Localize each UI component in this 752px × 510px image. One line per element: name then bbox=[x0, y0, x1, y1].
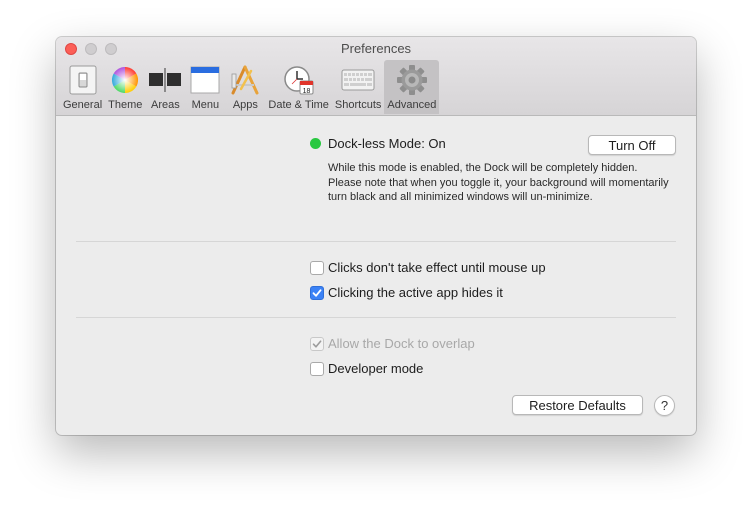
status-text: Dock-less Mode: On bbox=[328, 136, 446, 151]
titlebar: Preferences General Theme Areas Menu App… bbox=[56, 37, 696, 116]
checkbox[interactable] bbox=[310, 361, 324, 376]
gear-icon bbox=[395, 64, 429, 96]
toolbar: General Theme Areas Menu Apps 18 Date & … bbox=[60, 60, 440, 114]
menu-bar-icon bbox=[188, 64, 222, 96]
advanced-pane: Dock-less Mode: On Turn Off While this m… bbox=[56, 116, 696, 435]
preferences-window: Preferences General Theme Areas Menu App… bbox=[56, 37, 696, 435]
clock-calendar-icon: 18 bbox=[282, 64, 316, 96]
checkbox bbox=[310, 336, 324, 351]
tab-apps[interactable]: Apps bbox=[225, 60, 265, 114]
color-wheel-icon bbox=[108, 64, 142, 96]
apps-icon bbox=[228, 64, 262, 96]
tab-label: Menu bbox=[191, 99, 220, 111]
status-indicator bbox=[310, 138, 321, 149]
dockless-status: Dock-less Mode: On bbox=[310, 136, 446, 151]
tab-label: Areas bbox=[151, 99, 180, 111]
checkmark-icon bbox=[312, 339, 322, 348]
calendar-day: 18 bbox=[302, 88, 310, 95]
option-active-app-hides[interactable]: Clicking the active app hides it bbox=[310, 285, 503, 300]
option-allow-overlap: Allow the Dock to overlap bbox=[310, 336, 475, 351]
turn-off-button[interactable]: Turn Off bbox=[588, 135, 676, 155]
dockless-description: While this mode is enabled, the Dock wil… bbox=[328, 162, 669, 203]
checkmark-icon bbox=[312, 288, 322, 297]
tab-label: Shortcuts bbox=[334, 99, 382, 111]
tab-label: Theme bbox=[108, 99, 143, 111]
divider bbox=[76, 317, 676, 318]
tab-areas[interactable]: Areas bbox=[145, 60, 185, 114]
tab-theme[interactable]: Theme bbox=[105, 60, 145, 114]
tab-label: General bbox=[63, 99, 103, 111]
option-label: Clicks don't take effect until mouse up bbox=[328, 260, 546, 275]
tab-date-time[interactable]: 18 Date & Time bbox=[265, 60, 332, 114]
checkbox[interactable] bbox=[310, 285, 324, 300]
switch-icon bbox=[66, 64, 100, 96]
window-title: Preferences bbox=[340, 41, 412, 56]
restore-defaults-button[interactable]: Restore Defaults bbox=[512, 395, 643, 415]
tab-label: Date & Time bbox=[268, 99, 329, 111]
tab-shortcuts[interactable]: Shortcuts bbox=[332, 60, 384, 114]
areas-icon bbox=[148, 64, 182, 96]
keyboard-icon bbox=[341, 64, 375, 96]
help-button[interactable]: ? bbox=[654, 395, 675, 416]
divider bbox=[76, 241, 676, 242]
tab-label: Apps bbox=[232, 99, 258, 111]
option-label: Developer mode bbox=[328, 361, 424, 376]
option-developer-mode[interactable]: Developer mode bbox=[310, 361, 423, 376]
tab-general[interactable]: General bbox=[60, 60, 105, 114]
tab-menu[interactable]: Menu bbox=[185, 60, 225, 114]
option-mouse-up[interactable]: Clicks don't take effect until mouse up bbox=[310, 260, 546, 275]
option-label: Allow the Dock to overlap bbox=[328, 336, 475, 351]
tab-label: Advanced bbox=[387, 99, 437, 111]
option-label: Clicking the active app hides it bbox=[328, 285, 503, 300]
tab-advanced[interactable]: Advanced bbox=[384, 60, 440, 114]
checkbox[interactable] bbox=[310, 260, 324, 275]
